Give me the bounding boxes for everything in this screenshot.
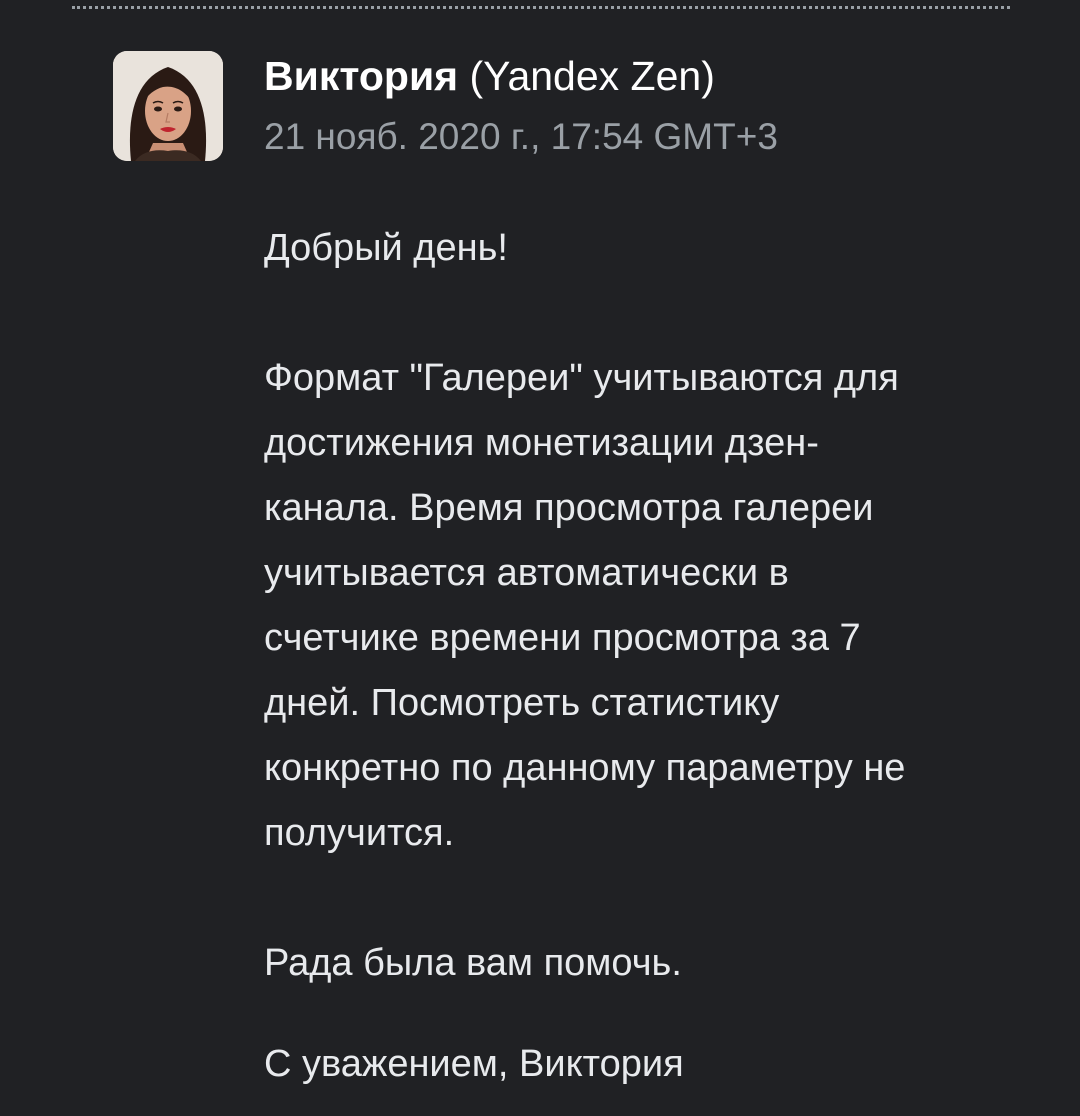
- message-signature: С уважением, Виктория: [264, 1043, 684, 1085]
- sender-name: Виктория: [264, 53, 459, 99]
- avatar-photo: [113, 51, 223, 161]
- message-body: Добрый день! Формат "Галереи" учитываютс…: [264, 216, 1024, 1097]
- message-divider: [72, 6, 1010, 9]
- message-date: 21 нояб. 2020 г., 17:54 GMT+3: [264, 116, 778, 157]
- message-closing: Рада была вам помочь.: [264, 942, 682, 984]
- sender-avatar[interactable]: [113, 51, 223, 161]
- message-greeting: Добрый день!: [264, 227, 508, 269]
- message-paragraph: Формат "Галереи" учитываются для достиже…: [264, 357, 906, 854]
- sender-org: (Yandex Zen): [458, 53, 715, 99]
- email-message-view: Виктория (Yandex Zen) 21 нояб. 2020 г., …: [0, 0, 1080, 1116]
- sender-line: Виктория (Yandex Zen): [264, 50, 715, 102]
